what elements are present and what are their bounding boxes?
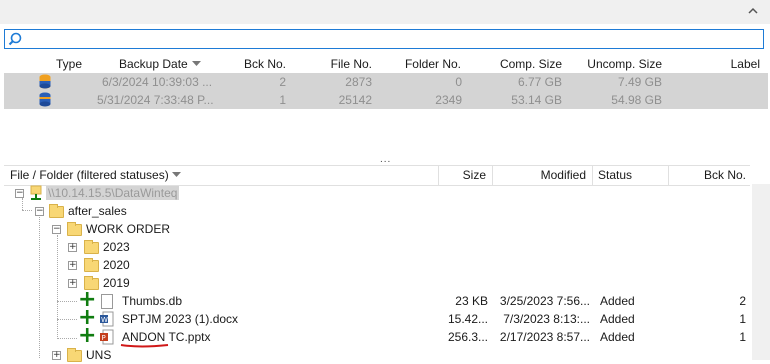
col-type[interactable]: Type <box>56 57 82 71</box>
tree-row-folder[interactable]: + UNS <box>4 346 750 364</box>
comp-size: 53.14 GB <box>511 93 562 107</box>
expand-toggle[interactable]: + <box>68 261 77 270</box>
folder-name: WORK ORDER <box>86 222 170 236</box>
collapse-toggle[interactable]: − <box>35 207 44 216</box>
column-divider[interactable] <box>492 166 493 185</box>
tree-row-folder[interactable]: − WORK ORDER <box>4 220 750 238</box>
backup-date: 5/31/2024 7:33:48 P... <box>97 93 214 107</box>
collapse-chevron-icon[interactable] <box>746 4 760 18</box>
root-path: \\10.14.15.5\DataWinteq <box>46 186 180 200</box>
file-size: 15.42... <box>447 312 488 326</box>
search-icon <box>8 32 22 46</box>
pane-splitter[interactable]: ... <box>380 154 391 165</box>
file-modified: 2/17/2023 8:57... <box>499 330 590 344</box>
file-name: ANDON TC.pptx <box>122 330 211 344</box>
col-file-no[interactable]: File No. <box>331 57 372 71</box>
tree-row-folder[interactable]: + 2023 <box>4 238 750 256</box>
file-bck-no: 2 <box>739 294 746 308</box>
tree-row-file[interactable]: + Thumbs.db 23 KB 3/25/2023 7:56... Adde… <box>4 289 750 311</box>
folder-icon <box>84 240 99 254</box>
col-backup-date[interactable]: Backup Date <box>119 57 188 71</box>
file-modified: 7/3/2023 8:13:... <box>503 312 590 326</box>
col-size[interactable]: Size <box>463 168 486 182</box>
expand-toggle[interactable]: + <box>52 351 61 360</box>
file-name: Thumbs.db <box>122 294 183 308</box>
backup-table-header: Type Backup Date Bck No. File No. Folder… <box>4 55 768 73</box>
file-status: Added <box>600 294 635 308</box>
col-file-folder[interactable]: File / Folder (filtered statuses) <box>10 168 169 182</box>
database-icon <box>39 92 51 107</box>
file-count: 2873 <box>345 75 372 89</box>
collapse-toggle[interactable]: − <box>52 225 61 234</box>
comp-size: 6.77 GB <box>517 75 562 89</box>
file-status: Added <box>600 312 635 326</box>
svg-text:W: W <box>101 316 108 324</box>
sort-desc-icon <box>192 61 201 66</box>
svg-text:P: P <box>102 334 106 342</box>
tree-row-folder[interactable]: − after_sales <box>4 202 750 220</box>
column-divider[interactable] <box>438 166 439 185</box>
backup-row[interactable]: 6/3/2024 10:39:03 ... 2 2873 0 6.77 GB 7… <box>4 73 768 91</box>
top-toolbar <box>0 0 770 24</box>
file-table-header: File / Folder (filtered statuses) Size M… <box>4 165 750 186</box>
powerpoint-document-icon: P <box>100 329 114 345</box>
expand-toggle[interactable]: + <box>68 243 77 252</box>
tree-row-file[interactable]: + P ANDON TC.pptx 256.3... 2/17/2023 8:5… <box>4 323 750 348</box>
folder-name: 2019 <box>103 276 130 290</box>
file-name: SPTJM 2023 (1).docx <box>122 312 239 326</box>
backup-number: 1 <box>279 93 286 107</box>
folder-icon <box>67 222 82 236</box>
search-box[interactable] <box>4 29 764 49</box>
folder-icon <box>49 204 64 218</box>
file-bck-no: 1 <box>739 330 746 344</box>
column-divider[interactable] <box>668 166 669 185</box>
folder-name: 2020 <box>103 258 130 272</box>
col-folder-no[interactable]: Folder No. <box>405 57 461 71</box>
folder-count: 2349 <box>435 93 462 107</box>
backup-row[interactable]: 5/31/2024 7:33:48 P... 1 25142 2349 53.1… <box>4 91 768 109</box>
collapse-toggle[interactable]: − <box>15 189 24 198</box>
folder-icon <box>67 348 82 362</box>
database-icon <box>39 74 51 89</box>
folder-name: 2023 <box>103 240 130 254</box>
folder-count: 0 <box>455 75 462 89</box>
generic-file-icon <box>101 294 113 309</box>
column-divider[interactable] <box>592 166 593 185</box>
file-size: 256.3... <box>447 330 488 344</box>
file-count: 25142 <box>338 93 372 107</box>
tree-row-folder[interactable]: + 2020 <box>4 256 750 274</box>
file-status: Added <box>600 330 635 344</box>
folder-icon <box>84 258 99 272</box>
col-status[interactable]: Status <box>598 168 632 182</box>
col-bck-no[interactable]: Bck No. <box>244 57 286 71</box>
folder-name: after_sales <box>68 204 127 218</box>
added-plus-icon: + <box>78 323 97 348</box>
uncomp-size: 54.98 GB <box>611 93 662 107</box>
expand-toggle[interactable]: + <box>68 279 77 288</box>
col-modified[interactable]: Modified <box>541 168 586 182</box>
col-comp-size[interactable]: Comp. Size <box>500 57 562 71</box>
col-uncomp-size[interactable]: Uncomp. Size <box>587 57 662 71</box>
file-modified: 3/25/2023 7:56... <box>499 294 590 308</box>
file-bck-no: 1 <box>739 312 746 326</box>
tree-row-folder[interactable]: + 2019 <box>4 274 750 292</box>
filter-dropdown-icon[interactable] <box>172 172 181 178</box>
network-share-icon <box>30 185 42 200</box>
tree-row-file[interactable]: + W SPTJM 2023 (1).docx 15.42... 7/3/202… <box>4 307 750 329</box>
file-size: 23 KB <box>455 294 488 308</box>
tree-row-root[interactable]: − \\10.14.15.5\DataWinteq <box>4 184 750 202</box>
backup-date: 6/3/2024 10:39:03 ... <box>102 75 213 89</box>
col-bck-no[interactable]: Bck No. <box>704 168 746 182</box>
search-input[interactable] <box>25 31 755 47</box>
uncomp-size: 7.49 GB <box>617 75 662 89</box>
backup-number: 2 <box>279 75 286 89</box>
col-label[interactable]: Label <box>731 57 760 71</box>
word-document-icon: W <box>100 311 114 327</box>
vertical-scrollbar[interactable] <box>752 184 770 360</box>
